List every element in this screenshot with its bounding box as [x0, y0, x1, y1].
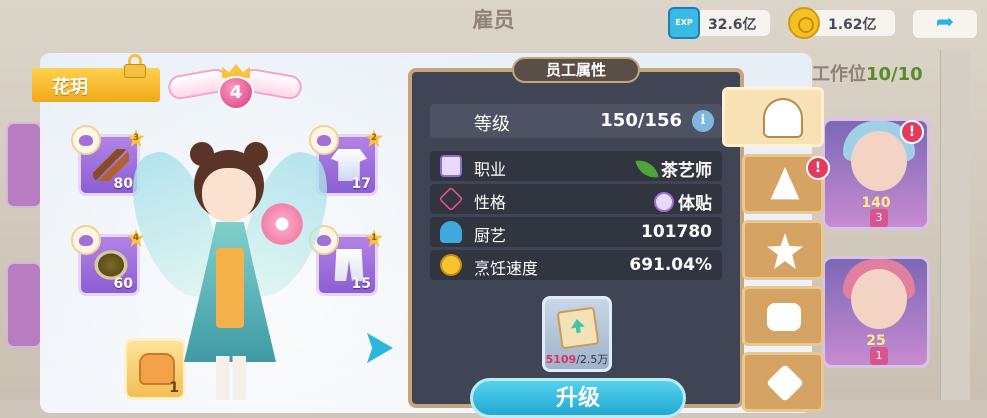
- upgrade-material[interactable]: 5109/2.5万: [542, 296, 612, 372]
- item-count: 15: [351, 276, 371, 292]
- equip-slot-tool[interactable]: 3 80: [71, 125, 145, 196]
- chef-hat-icon: [440, 221, 462, 243]
- equip-slot-ingredient[interactable]: 4 60: [71, 225, 145, 296]
- attr-row-cooking: 厨艺 101780: [430, 217, 722, 247]
- scrollbar[interactable]: [940, 50, 970, 400]
- info-icon[interactable]: i: [692, 110, 714, 132]
- s-badge-icon: [765, 363, 805, 403]
- employee-character: [118, 130, 342, 400]
- flower-icon: [258, 200, 306, 248]
- attributes-header: 员工属性: [512, 57, 640, 83]
- rank-badge: 4: [166, 64, 304, 110]
- scroll-icon: [556, 306, 600, 350]
- clock-icon: [440, 254, 462, 276]
- wizard-hat-icon: [770, 167, 800, 200]
- share-button[interactable]: ➦: [913, 10, 977, 38]
- item-count: 60: [113, 276, 133, 292]
- alert-badge: !: [806, 156, 830, 180]
- chef-hat-icon: [765, 100, 801, 136]
- coin-currency: 1.62亿: [788, 7, 895, 39]
- personality-value: 体贴: [678, 194, 712, 214]
- rank-value: 4: [218, 76, 254, 110]
- background-card: [6, 122, 42, 208]
- exp-value: 32.6亿: [708, 17, 757, 33]
- background-card: [6, 262, 42, 348]
- exp-icon: EXP: [668, 7, 700, 39]
- lock-icon[interactable]: [124, 54, 146, 78]
- star-icon: [767, 233, 803, 269]
- coin-icon: [788, 7, 820, 39]
- alert-badge: !: [900, 120, 924, 144]
- background-employee-card[interactable]: 25 1: [822, 256, 930, 368]
- cat-face-icon: [654, 192, 674, 212]
- upgrade-button[interactable]: 升级: [470, 378, 686, 418]
- attr-row-profession: 职业 茶艺师: [430, 151, 722, 181]
- work-position: 工作位10/10: [812, 64, 923, 85]
- id-card-icon: [440, 155, 462, 177]
- level-row: 等级 150/156 i: [430, 104, 722, 138]
- attr-row-speed: 烹饪速度 691.04%: [430, 250, 722, 280]
- card-stars: 3: [870, 209, 888, 227]
- level-label: 等级: [474, 114, 510, 135]
- speed-value: 691.04%: [629, 255, 712, 275]
- pentagon-icon: [438, 186, 464, 212]
- tab-treasure[interactable]: [742, 286, 824, 346]
- attr-row-personality: 性格 体贴: [430, 184, 722, 214]
- exp-currency: EXP 32.6亿: [668, 7, 770, 39]
- level-value: 150/156: [600, 110, 682, 131]
- coin-value: 1.62亿: [828, 17, 877, 33]
- employee-name: 花玥: [52, 77, 88, 98]
- card-stars: 1: [870, 347, 888, 365]
- tab-special[interactable]: [742, 352, 824, 412]
- treasure-box-icon: [767, 303, 801, 331]
- tab-chef[interactable]: [722, 87, 824, 147]
- item-count: 80: [113, 176, 133, 192]
- material-progress: 5109/2.5万: [545, 353, 609, 366]
- equip-slot-bottom[interactable]: 1 15: [309, 225, 383, 296]
- item-count: 17: [351, 176, 371, 192]
- cooking-value: 101780: [641, 222, 712, 242]
- profession-value: 茶艺师: [661, 161, 712, 181]
- tab-stars[interactable]: [742, 220, 824, 280]
- leaf-icon: [635, 157, 659, 181]
